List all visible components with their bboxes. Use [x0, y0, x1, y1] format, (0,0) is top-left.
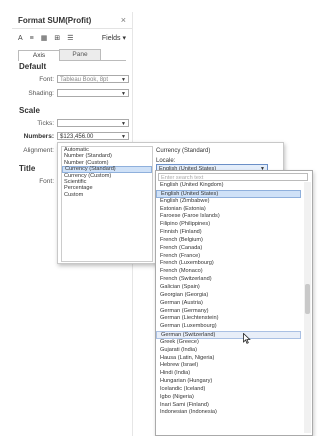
locale-option[interactable]: Igbo (Nigeria) — [156, 394, 301, 402]
locale-option[interactable]: Filipino (Philippines) — [156, 221, 301, 229]
currency-heading: Currency (Standard) — [156, 148, 211, 154]
locale-option[interactable]: Estonian (Estonia) — [156, 206, 301, 214]
scale-section-heading: Scale — [19, 106, 40, 115]
locale-option[interactable]: Greek (Greece) — [156, 339, 301, 347]
locale-option[interactable]: French (Belgium) — [156, 237, 301, 245]
chevron-down-icon: ▼ — [121, 77, 126, 83]
ticks-label: Ticks: — [37, 120, 54, 127]
locale-option[interactable]: Indonesian (Indonesia) — [156, 409, 301, 417]
locale-option[interactable]: German (Luxembourg) — [156, 323, 301, 331]
locale-option[interactable]: French (Canada) — [156, 245, 301, 253]
tab-pane[interactable]: Pane — [59, 49, 101, 60]
font-value: Tableau Book, 8pt — [60, 77, 109, 83]
format-toolbar: A ≡ ▦ ⊞ ☰ Fields ▾ — [12, 29, 132, 47]
chevron-down-icon: ▼ — [121, 134, 126, 140]
locale-option[interactable]: Hebrew (Israel) — [156, 362, 301, 370]
ticks-dropdown[interactable]: ▼ — [57, 119, 129, 127]
locale-option[interactable]: Georgian (Georgia) — [156, 292, 301, 300]
shading-dropdown[interactable]: ▼ — [57, 89, 129, 97]
locale-search-input[interactable]: Enter search text — [158, 173, 308, 181]
default-section-heading: Default — [19, 62, 47, 71]
title-font-label: Font: — [39, 178, 54, 185]
chevron-down-icon: ▼ — [121, 121, 126, 127]
fields-dropdown[interactable]: Fields ▾ — [102, 34, 126, 42]
font-format-icon[interactable]: A — [18, 35, 23, 42]
locale-option[interactable]: German (Switzerland) — [156, 331, 301, 339]
font-label: Font: — [39, 76, 54, 83]
lines-format-icon[interactable]: ☰ — [67, 34, 73, 42]
format-tabs: Axis Pane — [18, 49, 126, 61]
locale-option[interactable]: Finnish (Finland) — [156, 229, 301, 237]
font-dropdown[interactable]: Tableau Book, 8pt ▼ — [57, 75, 129, 83]
locale-option[interactable]: French (Luxembourg) — [156, 260, 301, 268]
locale-option[interactable]: Hindi (India) — [156, 370, 301, 378]
locale-option[interactable]: Hungarian (Hungary) — [156, 378, 301, 386]
alignment-label: Alignment: — [23, 147, 54, 154]
shading-format-icon[interactable]: ▦ — [41, 34, 48, 42]
locale-option[interactable]: German (Austria) — [156, 300, 301, 308]
pane-header: Format SUM(Profit) × — [12, 12, 132, 29]
tab-axis[interactable]: Axis — [18, 50, 60, 61]
borders-format-icon[interactable]: ⊞ — [54, 34, 60, 42]
locale-options: English (United Kingdom) English (United … — [156, 182, 301, 417]
locale-option[interactable]: German (Liechtenstein) — [156, 315, 301, 323]
scrollbar-thumb[interactable] — [305, 284, 310, 314]
locale-option[interactable]: English (United States) — [156, 189, 301, 198]
number-format-option[interactable]: Custom — [62, 192, 152, 198]
mouse-cursor-icon — [243, 333, 251, 344]
locale-option[interactable]: English (United Kingdom) — [156, 182, 301, 190]
chevron-down-icon: ▼ — [121, 91, 126, 97]
number-format-option[interactable]: Currency (Standard) — [62, 165, 152, 173]
locale-option[interactable]: Inari Sami (Finland) — [156, 402, 301, 410]
title-section-heading: Title — [19, 164, 36, 173]
locale-option[interactable]: Gujarati (India) — [156, 347, 301, 355]
locale-option[interactable]: French (Switzerland) — [156, 276, 301, 284]
locale-option[interactable]: Galician (Spain) — [156, 284, 301, 292]
locale-option[interactable]: French (France) — [156, 253, 301, 261]
number-format-list: Automatic Number (Standard) Number (Custom… — [61, 146, 153, 262]
locale-option[interactable]: Hausa (Latin, Nigeria) — [156, 355, 301, 363]
locale-dropdown-list: Enter search text English (United Kingdo… — [155, 170, 313, 436]
locale-scrollbar[interactable] — [304, 182, 311, 433]
shading-label: Shading: — [28, 90, 54, 97]
locale-option[interactable]: French (Monaco) — [156, 268, 301, 276]
numbers-dropdown[interactable]: $123,456.00 ▼ — [57, 132, 129, 140]
locale-option[interactable]: Faroese (Faroe Islands) — [156, 213, 301, 221]
locale-option[interactable]: Icelandic (Iceland) — [156, 386, 301, 394]
alignment-format-icon[interactable]: ≡ — [30, 35, 34, 42]
close-icon[interactable]: × — [121, 15, 126, 25]
numbers-label: Numbers: — [23, 133, 54, 140]
locale-option[interactable]: German (Germany) — [156, 308, 301, 316]
locale-option[interactable]: English (Zimbabwe) — [156, 198, 301, 206]
pane-title: Format SUM(Profit) — [18, 15, 92, 25]
numbers-value: $123,456.00 — [60, 134, 94, 140]
